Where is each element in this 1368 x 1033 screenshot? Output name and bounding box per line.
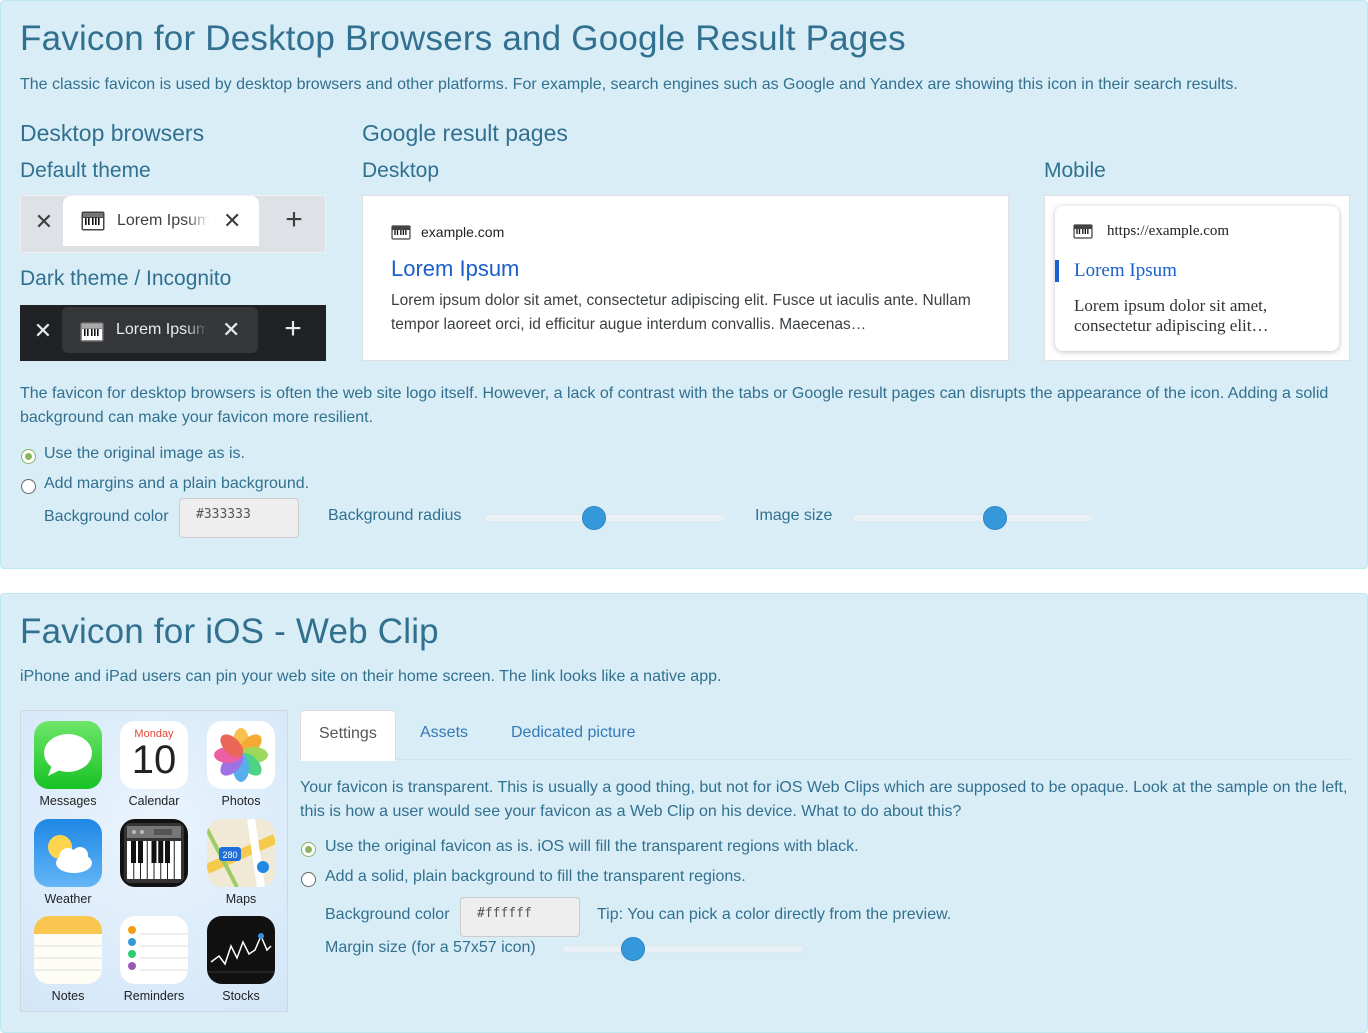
tab-dedicated-picture[interactable]: Dedicated picture [493,710,654,760]
piano-favicon-icon [391,225,411,240]
result-site: example.com [421,224,505,240]
result-snippet: Lorem ipsum dolor sit amet, consectetur … [1074,296,1269,335]
desktop-explanation: The favicon for desktop browsers is ofte… [20,385,1329,426]
app-label: Reminders [123,989,185,1003]
google-mobile-preview: https://example.com Lorem Ipsum Lorem ip… [1044,195,1350,361]
result-site: https://example.com [1107,223,1230,239]
margin-size-label: Margin size (for a 57x57 icon) [325,939,536,956]
ios-bg-color-label: Background color [325,906,450,923]
mobile-result-card: https://example.com Lorem Ipsum Lorem ip… [1055,206,1339,351]
google-mobile-label: Mobile [1044,159,1106,182]
app-webclip-favicon [119,819,189,892]
desktop-browsers-heading: Desktop browsers [20,120,205,146]
tab-title: Lorem Ipsum [116,321,208,338]
radio-solid-background-label[interactable]: Add a solid, plain background to fill th… [325,868,746,886]
desktop-section-intro: The classic favicon is used by desktop b… [20,76,1238,93]
radio-original-image[interactable] [21,449,36,464]
maps-icon: 280 [207,819,275,887]
dark-theme-label: Dark theme / Incognito [20,267,232,290]
map-road-number: 280 [222,850,237,860]
radio-add-margins-label[interactable]: Add margins and a plain background. [44,475,309,493]
piano-favicon-icon [80,322,104,342]
app-notes: Notes [33,916,103,1003]
app-messages: Messages [33,721,103,808]
slider-track[interactable] [852,514,1094,522]
google-results-heading: Google result pages [362,120,568,146]
result-accent-bar [1055,260,1059,282]
browser-tab-dark: Lorem Ipsum ✕ [62,307,258,353]
desktop-favicon-panel: Favicon for Desktop Browsers and Google … [0,0,1368,569]
piano-favicon-icon [1073,224,1093,239]
ios-settings-tabs: Settings Assets Dedicated picture [300,710,1350,761]
weather-icon [34,819,102,887]
tab-title: Lorem Ipsum [117,212,209,229]
ios-description: Your favicon is transparent. This is usu… [300,779,1348,820]
radio-original-image-label[interactable]: Use the original image as is. [44,445,245,463]
app-stocks: Stocks [206,916,276,1003]
image-size-label: Image size [755,507,833,524]
radio-original-favicon-label[interactable]: Use the original favicon as is. iOS will… [325,838,859,856]
google-desktop-preview: example.com Lorem Ipsum Lorem ipsum dolo… [362,195,1009,361]
tab-assets[interactable]: Assets [402,710,486,760]
dark-tab-preview: ✕ Lorem Ipsum ✕ + [20,305,326,361]
app-label: Notes [51,989,85,1003]
messages-icon [34,721,102,789]
photos-icon [207,721,275,789]
app-label: Stocks [222,989,260,1003]
slider-thumb[interactable] [620,937,645,961]
radio-solid-background[interactable] [301,872,316,887]
app-reminders: Reminders [119,916,189,1003]
calendar-date: 10 [131,738,177,782]
tab-close-icon: ✕ [223,208,242,233]
ios-home-screen-preview[interactable]: Messages Monday 10 Calendar Photos Weath… [20,710,288,1012]
ios-favicon-panel: Favicon for iOS - Web Clip iPhone and iP… [0,593,1368,1033]
radio-add-margins[interactable] [21,479,36,494]
app-label: Photos [221,794,261,808]
app-label: Calendar [128,794,180,808]
desktop-section-title: Favicon for Desktop Browsers and Google … [20,19,906,58]
bg-color-input[interactable]: #333333 [179,498,299,538]
bg-radius-slider[interactable] [484,506,726,530]
ios-section-intro: iPhone and iPad users can pin your web s… [20,668,722,685]
app-label: Weather [44,892,92,906]
bg-color-label: Background color [44,508,169,525]
piano-favicon-icon [120,819,188,887]
new-tab-plus-icon: + [284,312,302,345]
app-maps: 280 Maps [206,819,276,906]
notes-icon [34,916,102,984]
slider-thumb[interactable] [582,506,607,530]
result-title-link[interactable]: Lorem Ipsum [391,256,519,282]
slider-track[interactable] [562,945,804,953]
ios-bg-color-input[interactable]: #ffffff [460,897,580,937]
tab-settings[interactable]: Settings [300,710,396,761]
browser-tab: Lorem Ipsum ✕ [63,196,259,246]
reminders-icon [120,916,188,984]
piano-favicon-icon [81,211,105,231]
default-theme-label: Default theme [20,159,151,182]
google-desktop-label: Desktop [362,159,440,182]
result-snippet: Lorem ipsum dolor sit amet, consectetur … [391,292,971,333]
radio-original-favicon[interactable] [301,842,316,857]
stocks-icon [207,916,275,984]
calendar-icon: Monday 10 [120,721,188,789]
app-label: Maps [225,892,257,906]
ios-color-tip: Tip: You can pick a color directly from … [597,906,952,923]
bg-radius-label: Background radius [328,507,462,524]
app-calendar: Monday 10 Calendar [119,721,189,808]
slider-thumb[interactable] [982,506,1007,530]
app-photos: Photos [206,721,276,808]
result-title-link[interactable]: Lorem Ipsum [1074,260,1177,282]
margin-size-slider[interactable] [562,937,804,961]
tab-close-icon: ✕ [222,317,241,342]
ios-section-title: Favicon for iOS - Web Clip [20,612,439,651]
close-icon: ✕ [34,209,54,234]
app-label: Messages [39,794,97,808]
close-icon: ✕ [33,318,53,343]
light-tab-preview: ✕ Lorem Ipsum ✕ + [20,195,326,253]
new-tab-plus-icon: + [285,203,303,236]
app-weather: Weather [33,819,103,906]
image-size-slider[interactable] [852,506,1094,530]
